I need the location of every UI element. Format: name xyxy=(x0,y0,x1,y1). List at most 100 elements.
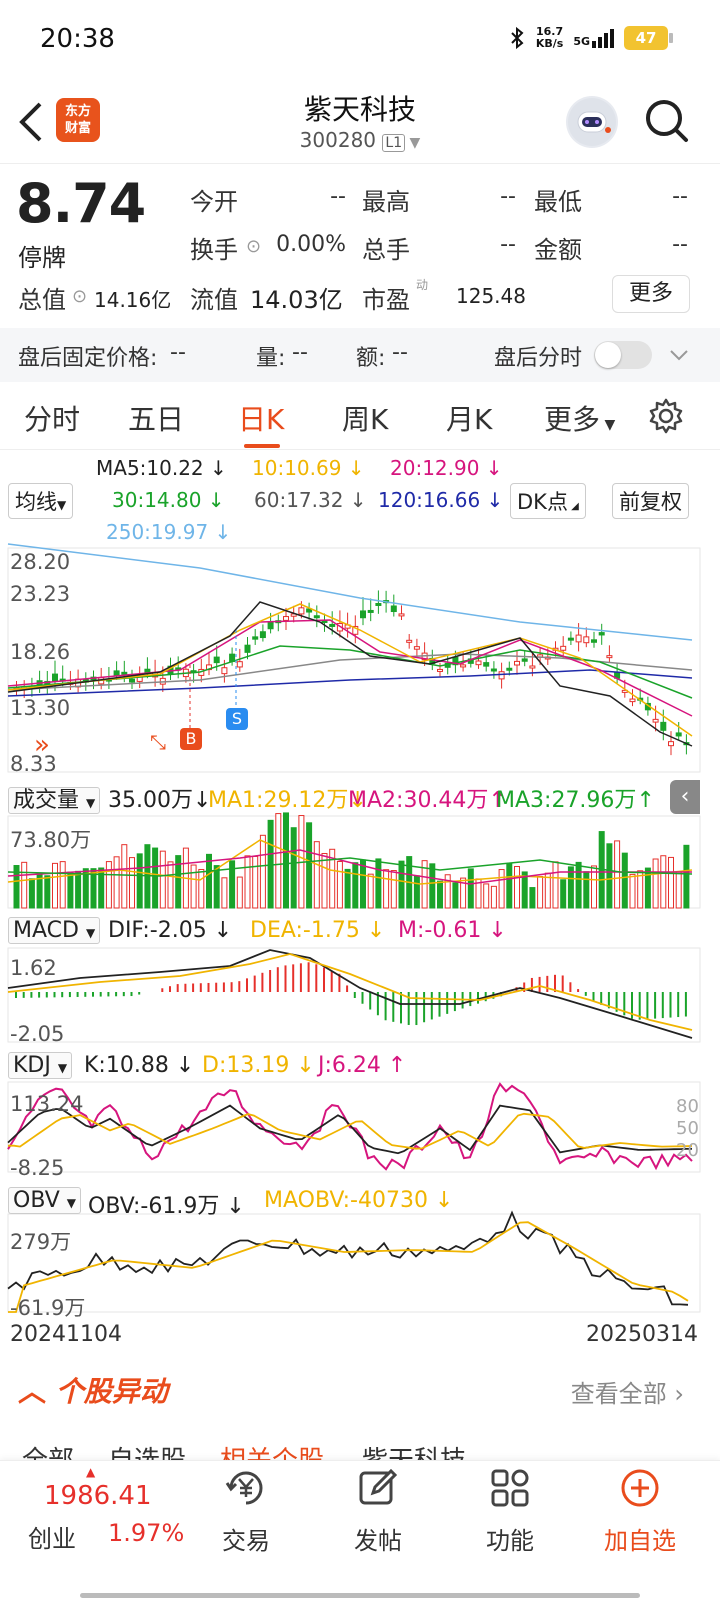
volume-bar xyxy=(652,858,659,909)
index-value[interactable]: 1986.41 xyxy=(44,1481,152,1511)
float-cap-label: 流值 xyxy=(190,286,238,314)
volume-bar xyxy=(544,872,551,909)
volume-bar xyxy=(129,857,135,909)
candle xyxy=(413,646,420,650)
float-cap-value: 14.03亿 xyxy=(250,286,343,314)
collapse-panel-button[interactable]: ‹ xyxy=(670,780,700,814)
volume-bar xyxy=(152,847,159,909)
volume-bar xyxy=(244,855,251,909)
stock-movement-title: ︿ 个股异动 xyxy=(18,1375,168,1408)
volume-bar xyxy=(121,844,128,909)
kdj-selector[interactable]: KDJ ▼ xyxy=(8,1052,73,1079)
grid-apps-icon xyxy=(491,1469,529,1507)
net-speed: 16.7 KB/s xyxy=(535,25,564,50)
volume-bar xyxy=(105,861,112,909)
obv-chart xyxy=(7,1210,701,1313)
tab-five-day[interactable]: 五日 xyxy=(128,398,184,438)
volume-bar xyxy=(67,871,74,909)
tab-day-k[interactable]: 日K xyxy=(238,398,284,438)
kdj-axis-bottom: -8.25 xyxy=(10,1156,65,1180)
amount-value: -- xyxy=(392,340,408,365)
obv-line xyxy=(7,1210,689,1306)
more-button[interactable]: 更多 xyxy=(612,275,690,313)
amount-label: 金额 xyxy=(534,236,582,264)
tab-more[interactable]: 更多 ▼ xyxy=(544,398,615,438)
after-hours-toggle[interactable] xyxy=(594,341,652,369)
volume-bar xyxy=(344,868,351,909)
price-axis-label: 28.20 xyxy=(10,550,71,574)
fixed-price-value: -- xyxy=(170,340,186,365)
low-label: 最低 xyxy=(534,188,582,216)
info-icon[interactable]: ⊙ xyxy=(246,236,261,257)
macd-dif: DIF:-2.05 ↓ xyxy=(108,918,233,943)
ma30-value: 30:14.80 ↓ xyxy=(112,488,225,512)
zoom-icon[interactable]: ⤡ xyxy=(150,730,166,754)
turnover-label: 换手 xyxy=(190,236,238,264)
status-bar: 20:38 16.7 KB/s 5G 47 xyxy=(0,0,720,80)
volume-bar xyxy=(167,861,174,909)
volume-bar xyxy=(552,861,559,909)
chevron-down-icon[interactable] xyxy=(668,344,690,366)
volume-bar xyxy=(583,871,590,909)
timeshare-label: 盘后分时 xyxy=(494,346,583,371)
sell-marker[interactable]: S xyxy=(226,708,248,730)
expand-arrows-icon[interactable]: » xyxy=(34,730,50,760)
macd-selector[interactable]: MACD ▼ xyxy=(8,917,101,944)
amount-label: 额: xyxy=(356,346,386,371)
indicator-selector[interactable]: 均线▼ xyxy=(8,483,74,519)
index-name[interactable]: 创业 xyxy=(28,1519,76,1554)
assistant-robot-icon[interactable] xyxy=(566,96,618,148)
candle xyxy=(283,616,289,621)
ma30-line xyxy=(7,645,693,699)
tab-week-k[interactable]: 周K xyxy=(342,398,388,438)
candle xyxy=(660,721,667,731)
volume-value: -- xyxy=(292,340,308,365)
candle xyxy=(221,667,228,675)
volume-bar xyxy=(529,887,536,909)
adjust-button[interactable]: 前复权 xyxy=(612,483,689,519)
settings-gear-icon[interactable] xyxy=(646,396,686,436)
kdj-level: 80 xyxy=(676,1096,699,1117)
obv-selector[interactable]: OBV ▼ xyxy=(8,1187,82,1214)
view-all-link[interactable]: 查看全部 › xyxy=(571,1374,684,1409)
volume-bar xyxy=(390,870,397,909)
info-icon[interactable]: ⊙ xyxy=(72,286,87,307)
index-change[interactable]: 1.97% xyxy=(108,1519,184,1547)
macd-dea: DEA:-1.75 ↓ xyxy=(250,918,386,943)
candle xyxy=(213,656,220,664)
status-time: 20:38 xyxy=(40,24,115,54)
volume-bar xyxy=(21,861,28,909)
candle xyxy=(390,605,397,613)
candle xyxy=(529,665,536,669)
ma60-line xyxy=(7,653,693,691)
candle xyxy=(475,660,482,666)
search-icon[interactable] xyxy=(640,94,696,150)
maobv-line xyxy=(8,1221,689,1313)
tab-timeshare[interactable]: 分时 xyxy=(24,398,80,438)
nav-trade[interactable]: 交易 xyxy=(196,1465,296,1556)
candle xyxy=(483,662,490,667)
nav-functions[interactable]: 功能 xyxy=(460,1465,560,1556)
volume-selector[interactable]: 成交量 ▼ xyxy=(8,782,101,814)
total-cap-label: 总值 xyxy=(18,286,66,314)
candle xyxy=(313,615,320,619)
volume-bar xyxy=(560,879,567,909)
ma20-line xyxy=(7,619,693,717)
nav-post[interactable]: 发帖 xyxy=(328,1465,428,1556)
dk-point-button[interactable]: DK点 ◢ xyxy=(510,483,586,519)
volume-bar xyxy=(198,868,205,909)
nav-add-watchlist[interactable]: 加自选 xyxy=(590,1465,690,1556)
volume-bar xyxy=(660,855,667,909)
low-value: -- xyxy=(672,184,688,209)
volume-bar xyxy=(413,875,420,909)
tab-month-k[interactable]: 月K xyxy=(446,398,492,438)
macd-dif-line xyxy=(7,949,693,1039)
volume-bar xyxy=(367,873,374,909)
price-axis-label: 13.30 xyxy=(10,696,71,720)
macd-chart xyxy=(7,947,701,1043)
volume-bar xyxy=(398,860,405,909)
end-date: 20250314 xyxy=(586,1322,698,1347)
buy-marker[interactable]: B xyxy=(180,728,202,750)
volume-axis-label: 73.80万 xyxy=(10,828,92,852)
ma20-value: 20:12.90 ↓ xyxy=(390,456,503,480)
